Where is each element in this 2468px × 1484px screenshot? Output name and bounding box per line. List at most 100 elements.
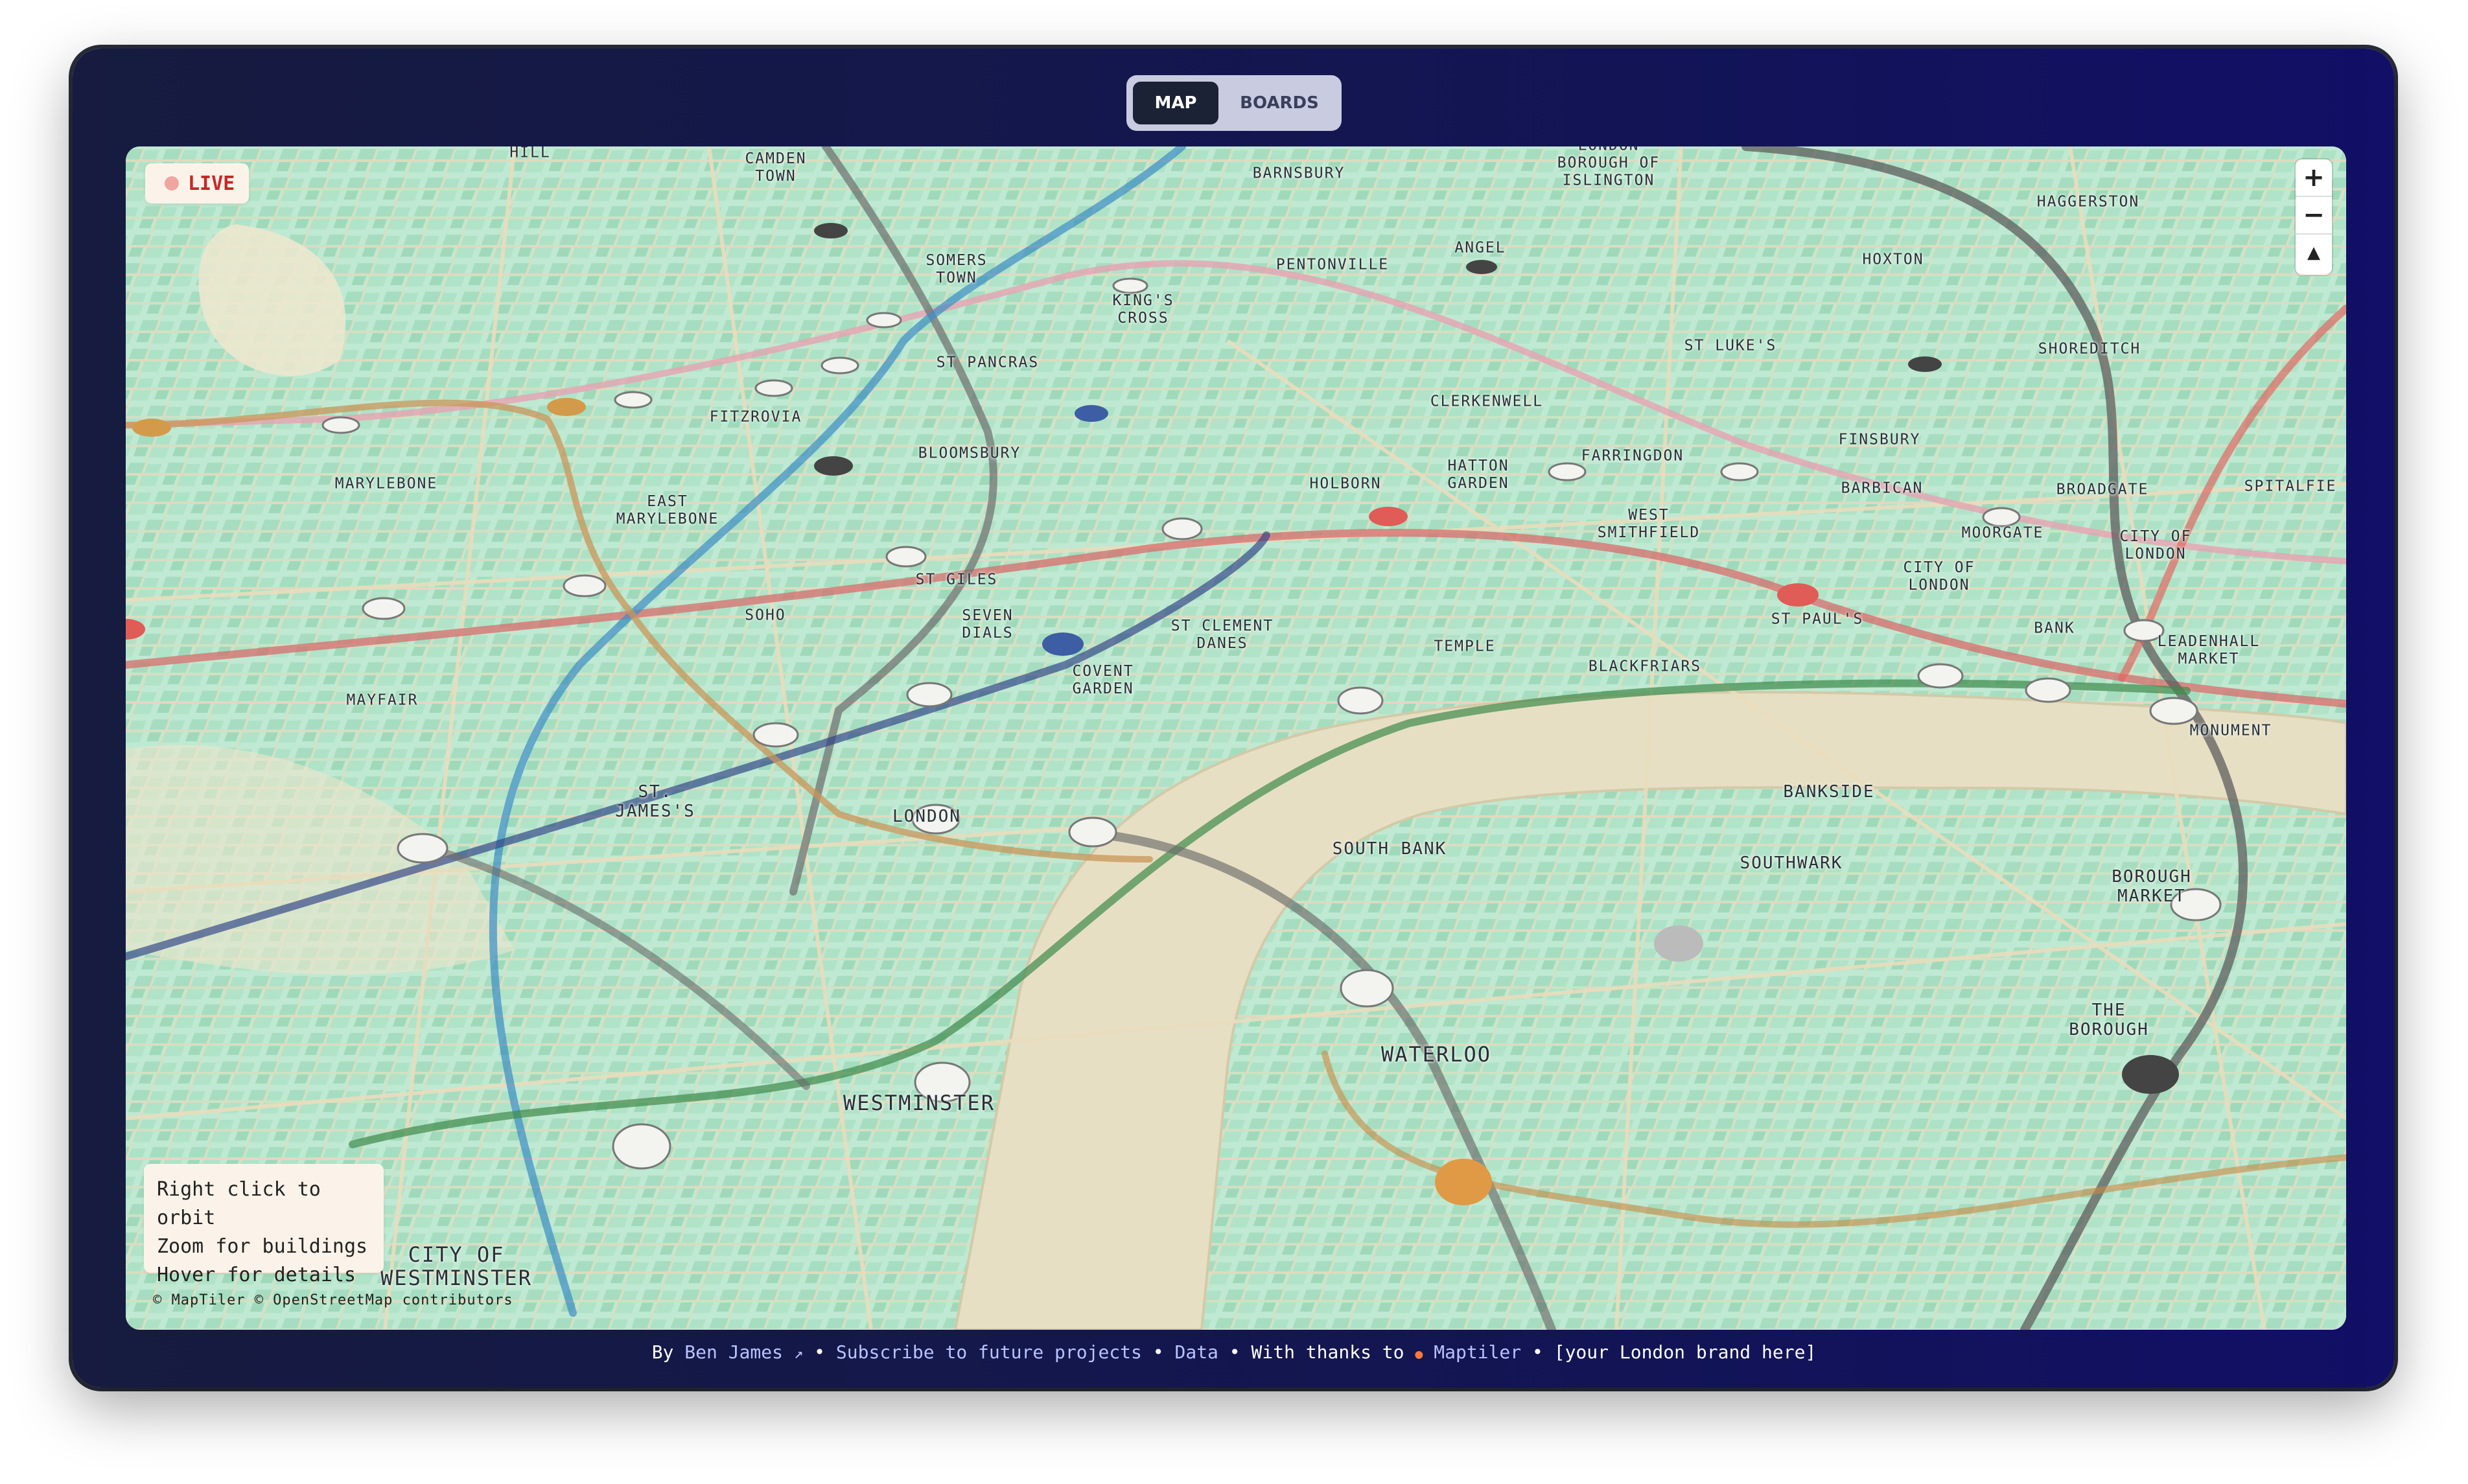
help-line: Zoom for buildings (157, 1235, 368, 1258)
place-label: HOXTON (1862, 251, 1924, 268)
place-label: MONUMENT (2189, 722, 2272, 739)
station[interactable] (754, 379, 793, 397)
footer-separator: • (1229, 1341, 1240, 1363)
zoom-in-button[interactable]: + (2296, 159, 2332, 196)
station[interactable] (1161, 517, 1203, 540)
station[interactable] (752, 722, 799, 748)
place-label: CAMDEN TOWN (745, 150, 807, 185)
place-label: HAGGERSTON (2036, 193, 2140, 211)
map-graphics (126, 146, 2346, 1330)
place-label: CLERKENWELL (1430, 393, 1544, 410)
place-label: BARBICAN (1841, 480, 1924, 497)
footer-by: By (651, 1341, 674, 1363)
station[interactable] (563, 574, 607, 597)
station[interactable] (1340, 969, 1394, 1008)
place-label: ST PAUL'S (1771, 610, 1864, 628)
map-attribution: © MapTiler © OpenStreetMap contributors (153, 1292, 513, 1308)
place-label: BANK (2034, 620, 2075, 637)
place-label: ST. JAMES'S (615, 782, 695, 821)
place-label: BOROUGH MARKET (2112, 867, 2192, 906)
station[interactable] (1720, 462, 1759, 481)
station[interactable] (1548, 462, 1587, 481)
help-line: Right click to orbit (157, 1178, 321, 1229)
place-label: MOORGATE (1961, 524, 2044, 542)
place-label: HOLBORN (1309, 475, 1382, 493)
footer-separator: • (1152, 1341, 1164, 1363)
place-label: FARRINGDON (1581, 447, 1684, 465)
place-label: SOHO (745, 607, 786, 624)
place-label: EAST MARYLEBONE (616, 493, 719, 528)
footer-brand: [your London brand here] (1554, 1341, 1817, 1363)
station[interactable] (1654, 925, 1703, 962)
place-label: WEST SMITHFIELD (1597, 507, 1701, 541)
place-label: WATERLOO (1380, 1042, 1492, 1067)
place-label: SOUTHWARK (1740, 853, 1843, 873)
place-label: BLACKFRIARS (1588, 658, 1702, 675)
footer-separator: • (814, 1341, 826, 1363)
live-badge: LIVE (145, 163, 249, 203)
help-panel: Right click to orbit Zoom for buildings … (144, 1164, 384, 1286)
place-label: THE BOROUGH (2069, 1001, 2149, 1039)
zoom-out-button[interactable]: − (2296, 197, 2332, 233)
live-label: LIVE (188, 172, 235, 195)
station[interactable] (2025, 677, 2071, 703)
compass-reset-button[interactable]: ▲ (2296, 235, 2332, 271)
station[interactable] (906, 682, 953, 708)
place-label: KING'S CROSS (1112, 292, 1174, 327)
station[interactable] (612, 1123, 671, 1170)
place-label: ST CLEMENT DANES (1170, 618, 1274, 652)
place-label: WESTMINSTER (843, 1091, 995, 1115)
data-link[interactable]: Data (1174, 1341, 1218, 1363)
place-label: CITY OF WESTMINSTER (380, 1242, 532, 1290)
place-label: SOUTH BANK (1332, 839, 1447, 859)
station[interactable] (821, 356, 859, 375)
station[interactable] (1982, 507, 2021, 528)
place-label: MARYLEBONE (334, 475, 438, 493)
zoom-controls: + − ▲ (2296, 159, 2332, 275)
station[interactable] (397, 833, 448, 864)
station[interactable] (1917, 663, 1964, 689)
place-label: BANKSIDE (1783, 782, 1875, 802)
maptiler-link[interactable]: Maptiler (1434, 1341, 1521, 1363)
place-label: BLOOMSBURY (918, 445, 1021, 462)
live-dot-icon (165, 176, 179, 191)
tab-map[interactable]: MAP (1133, 82, 1218, 124)
place-label: ST PANCRAS (936, 354, 1040, 371)
footer-thanks: With thanks to (1251, 1341, 1404, 1363)
place-label: HATTON GARDEN (1447, 458, 1509, 492)
station[interactable] (1068, 817, 1117, 848)
place-label: LONDON BOROUGH OF ISLINGTON (1557, 146, 1660, 189)
place-label: SEVEN DIALS (962, 607, 1014, 642)
subscribe-link[interactable]: Subscribe to future projects (836, 1341, 1142, 1363)
tab-boards[interactable]: BOARDS (1224, 82, 1335, 124)
station[interactable] (362, 597, 406, 620)
place-label: SPITALFIE (2244, 478, 2337, 495)
station[interactable] (1112, 277, 1148, 294)
view-toggle: MAP BOARDS (1126, 75, 1342, 131)
station[interactable] (1337, 686, 1384, 715)
place-label: ANGEL (1454, 239, 1506, 257)
place-label: CITY OF LONDON (1903, 559, 1975, 594)
place-label: FINSBURY (1838, 431, 1921, 448)
footer: By Ben James ↗ • Subscribe to future pro… (0, 1341, 2468, 1363)
place-label: BARNSBURY (1252, 165, 1345, 182)
help-line: Hover for details (157, 1264, 356, 1286)
place-label: BROADGATE (2056, 481, 2149, 498)
station[interactable] (321, 416, 360, 434)
station[interactable] (2149, 697, 2198, 725)
place-label: SOMERS TOWN (926, 252, 988, 286)
place-label: HILL (509, 146, 551, 161)
author-link[interactable]: Ben James (684, 1341, 783, 1363)
place-label: COVENT GARDEN (1072, 663, 1134, 697)
place-label: CITY OF LONDON (2119, 528, 2192, 562)
external-link-icon: ↗ (793, 1344, 804, 1362)
place-label: TEMPLE (1434, 638, 1496, 655)
station[interactable] (614, 391, 653, 409)
place-label: LEADENHALL MARKET (2157, 633, 2261, 667)
place-label: ST GILES (915, 571, 998, 588)
map-canvas[interactable]: HILL CAMDEN TOWN BARNSBURY LONDON BOROUG… (126, 146, 2346, 1330)
station[interactable] (866, 312, 902, 329)
station[interactable] (885, 546, 927, 568)
place-label: PENTONVILLE (1275, 256, 1390, 273)
maptiler-logo-icon: ● (1415, 1346, 1423, 1362)
